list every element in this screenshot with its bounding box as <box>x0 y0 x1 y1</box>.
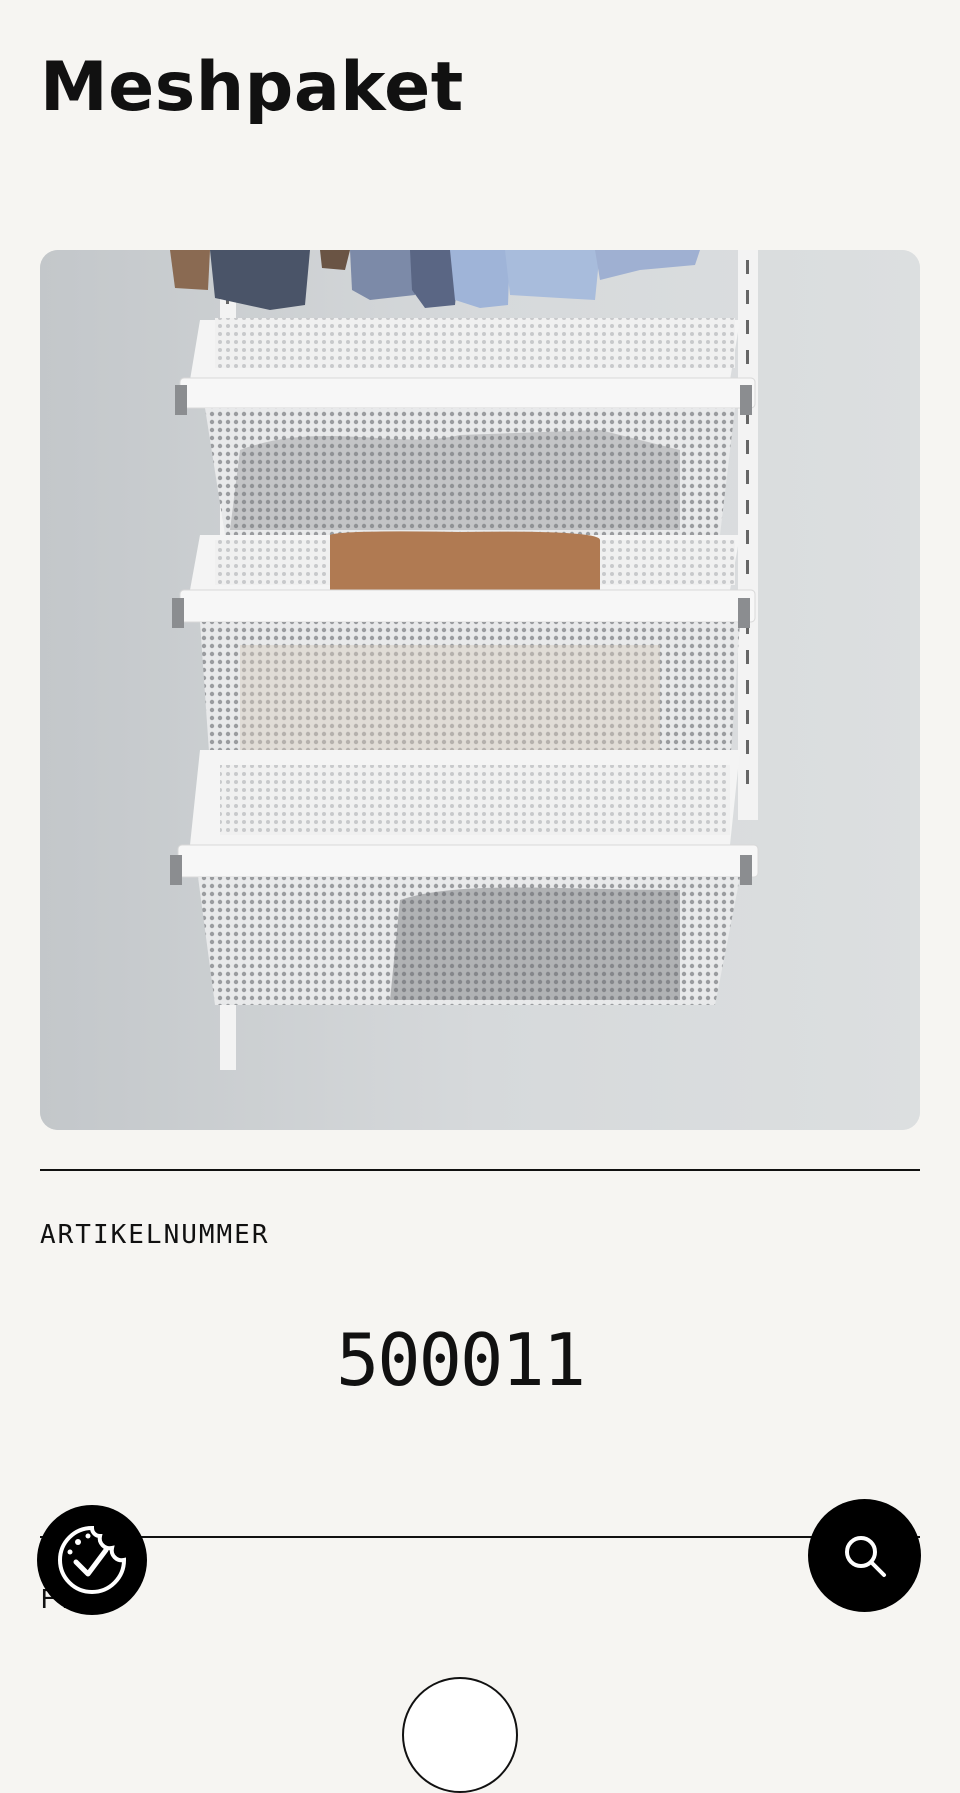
search-icon <box>844 1535 886 1577</box>
article-number-label: ARTIKELNUMMER <box>40 1220 270 1250</box>
page-title: Meshpaket <box>40 48 464 127</box>
divider <box>40 1536 920 1538</box>
search-button[interactable] <box>808 1499 921 1612</box>
bottom-action-button[interactable] <box>402 1677 518 1793</box>
product-image[interactable] <box>40 250 920 1130</box>
article-number-value: 500011 <box>335 1318 586 1402</box>
cookie-settings-button[interactable] <box>37 1505 147 1615</box>
divider <box>40 1169 920 1171</box>
cookie-check-icon <box>58 1525 127 1594</box>
